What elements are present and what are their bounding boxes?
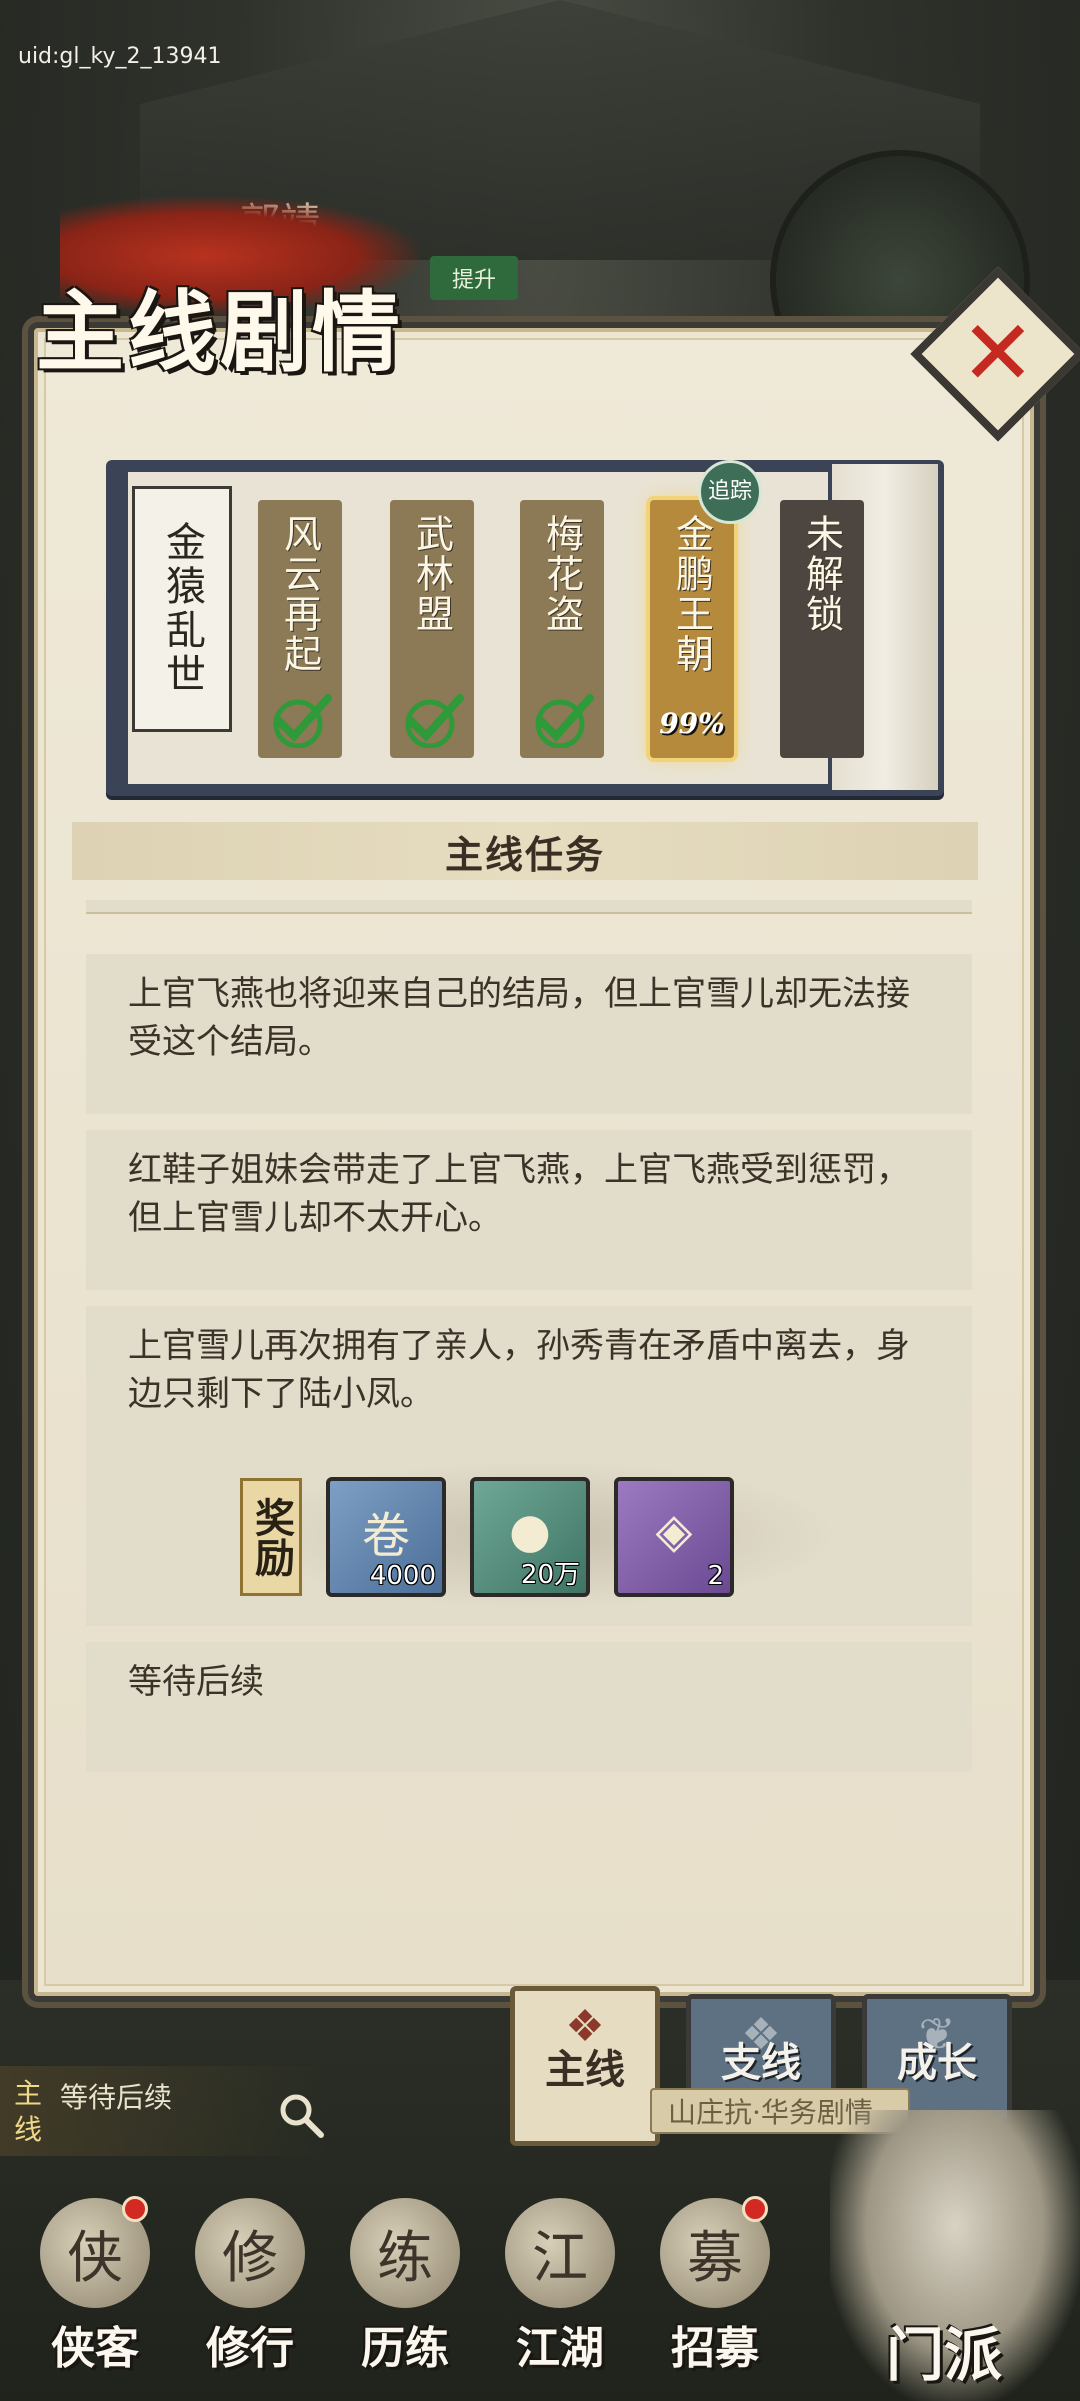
tab-main-story[interactable]: ❖ 主线: [510, 1986, 660, 2146]
task-text: 红鞋子姐妹会带走了上官飞燕，上官飞燕受到惩罚，但上官雪儿却不太开心。: [128, 1150, 910, 1238]
background-upgrade-button: 提升: [430, 256, 518, 300]
notification-dot: [122, 2196, 148, 2222]
reward-item-scroll[interactable]: 卷 4000: [326, 1477, 446, 1597]
chapter-label: 梅花盗: [539, 514, 584, 634]
chapter-tab-3[interactable]: 梅花盗: [520, 500, 604, 758]
tracker-type: 主线: [14, 2077, 43, 2146]
check-icon: [273, 694, 332, 748]
check-icon: [405, 694, 464, 748]
reward-item-medal[interactable]: ◈ 2: [614, 1477, 734, 1597]
chapter-tab-4[interactable]: 金鹏王朝 99%: [650, 500, 734, 758]
task-card[interactable]: 红鞋子姐妹会带走了上官飞燕，上官飞燕受到惩罚，但上官雪儿却不太开心。: [86, 1130, 972, 1290]
nav-label: 江湖: [516, 2323, 604, 2374]
reward-row: 奖励 卷 4000 ● 20万 ◈ 2: [240, 1472, 734, 1602]
nav-training[interactable]: 练 历练: [330, 2196, 480, 2376]
user-id-label: uid:gl_ky_2_13941: [18, 44, 222, 69]
task-text: 上官雪儿再次拥有了亲人，孙秀青在矛盾中离去，身边只剩下了陆小凤。: [128, 1326, 910, 1414]
reward-count: 4000: [369, 1561, 436, 1591]
task-list[interactable]: 上官飞燕也将迎来自己的结局，但上官雪儿却无法接受这个结局。 红鞋子姐妹会带走了上…: [86, 900, 972, 1780]
chapter-label: 武林盟: [409, 514, 454, 634]
close-icon: ✕: [960, 300, 1036, 406]
panel-title: 主线剧情: [36, 280, 405, 384]
volume-label: 金猿乱世: [159, 521, 205, 697]
book-icon: ❖: [741, 2009, 781, 2060]
section-title: 主线任务: [444, 831, 605, 877]
notification-dot: [742, 2196, 768, 2222]
medal-icon: ◈: [655, 1503, 693, 1559]
chapter-tab-2[interactable]: 武林盟: [390, 500, 474, 758]
track-badge: 追踪: [698, 460, 762, 524]
chapter-label: 风云再起: [277, 514, 322, 674]
leaf-icon: ❦: [918, 2009, 956, 2060]
nav-heroes[interactable]: 侠 侠客: [20, 2196, 170, 2376]
cultivation-icon: 修: [195, 2198, 305, 2308]
task-card[interactable]: 等待后续: [86, 1642, 972, 1772]
task-text: 等待后续: [128, 1662, 264, 1702]
task-text: 上官飞燕也将迎来自己的结局，但上官雪儿却无法接受这个结局。: [128, 974, 910, 1062]
check-icon: [535, 694, 594, 748]
training-icon: 练: [350, 2198, 460, 2308]
chapter-label: 未解锁: [799, 514, 844, 634]
nav-label: 侠客: [51, 2323, 139, 2374]
nav-label: 历练: [361, 2323, 449, 2374]
task-card[interactable]: 上官飞燕也将迎来自己的结局，但上官雪儿却无法接受这个结局。: [86, 954, 972, 1114]
nav-recruit[interactable]: 募 招募: [640, 2196, 790, 2376]
reward-tag: 奖励: [240, 1478, 302, 1596]
chapter-progress: 99%: [659, 707, 725, 740]
reward-item-orb[interactable]: ● 20万: [470, 1477, 590, 1597]
nav-cultivation[interactable]: 修 修行: [175, 2196, 325, 2376]
nav-label: 修行: [206, 2323, 294, 2374]
task-card-partial: [86, 900, 972, 914]
scroll-icon: 卷: [361, 1508, 410, 1564]
tracker-text: 等待后续: [60, 2081, 173, 2114]
book-icon: ❖: [565, 2001, 605, 2052]
nav-jianghu[interactable]: 江 江湖: [485, 2196, 635, 2376]
volume-tag: 金猿乱世: [132, 486, 232, 732]
reward-count: 2: [707, 1561, 724, 1591]
reward-tag-label: 奖励: [248, 1497, 295, 1577]
swords-icon: 江: [505, 2198, 615, 2308]
reward-count: 20万: [520, 1560, 580, 1590]
chapter-tab-1[interactable]: 风云再起: [258, 500, 342, 758]
search-icon[interactable]: [276, 2090, 326, 2140]
nav-label: 招募: [671, 2323, 759, 2374]
section-header: 主线任务: [72, 822, 978, 880]
chapter-label: 金鹏王朝: [669, 514, 714, 674]
nav-sect-label[interactable]: 门派: [886, 2308, 1002, 2392]
chapter-tab-5[interactable]: 未解锁: [780, 500, 864, 758]
